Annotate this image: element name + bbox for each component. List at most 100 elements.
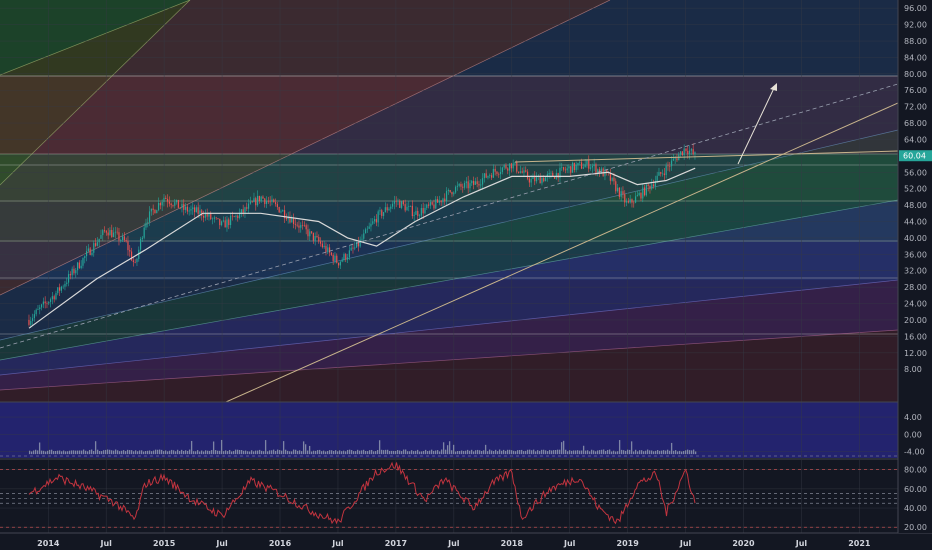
macd-bar [516,450,519,455]
candle-body [586,160,588,165]
price-panel[interactable] [0,0,898,458]
macd-bar [378,440,381,455]
candle-body [625,201,628,203]
candle-body [516,162,518,172]
candle-body [82,258,84,266]
candle-body [370,223,372,227]
candle-body [539,176,541,184]
macd-bar [274,450,277,455]
macd-bar [566,451,569,455]
candle-body [345,254,347,260]
macd-bar [140,450,143,455]
axis-tick-label: 96.00 [904,4,927,13]
macd-bar [476,449,479,455]
candle-body [363,233,365,239]
candle-body [35,309,37,315]
macd-bar [528,449,531,455]
macd-bar [688,450,691,455]
time-axis[interactable]: 2014 Jul 2015 Jul 2016 Jul 2017 Jul 2018 Jul 2019 J… [37,539,871,548]
candle-body [580,162,583,169]
macd-bar [372,451,375,455]
macd-bar [380,449,383,455]
candle-body [438,200,440,203]
macd-bar [544,450,547,455]
macd-bar [426,451,429,455]
macd-bar [94,441,97,455]
stock-chart[interactable]: 96.00 92.00 88.00 84.00 80.00 76.00 72.00 68.00… [0,0,932,550]
macd-bar [578,450,581,455]
time-tick-label: Jul [447,539,460,548]
candle-body [75,270,77,274]
candle-body [235,215,237,217]
candle-body [525,170,527,172]
candle-body [330,252,332,255]
candle-body [588,160,590,169]
candle-body [442,198,444,203]
macd-bar [294,449,297,455]
axis-tick-label: 76.00 [904,86,927,95]
rsi-panel[interactable] [0,460,898,533]
axis-tick-label: 60.00 [904,485,927,494]
macd-bar [658,450,661,455]
candle-body [39,307,41,309]
candle-body [526,171,529,179]
candle-body [197,207,199,214]
candle-body [213,217,215,219]
macd-bar [434,450,437,455]
candle-body [339,261,341,266]
candle-body [154,209,156,214]
candle-body [224,220,226,228]
macd-panel[interactable] [0,402,898,458]
macd-bar [610,451,613,455]
macd-bar [554,450,557,455]
candle-body [658,172,660,176]
candle-body [109,229,111,236]
candle-body [573,162,575,170]
candle-body [440,200,442,203]
candle-body [469,183,471,189]
candle-body [393,201,395,204]
macd-bar [446,445,449,455]
candle-body [663,173,665,175]
macd-bar [116,450,119,455]
candle-body [174,202,176,206]
macd-bar [88,449,91,455]
macd-bar [36,450,39,455]
macd-bar [546,451,549,455]
candle-body [350,247,352,251]
candle-body [379,210,381,212]
macd-bar [314,450,317,455]
time-tick-label: 2016 [269,539,292,548]
candle-body [472,180,475,185]
macd-bar [340,451,343,455]
candle-body [206,213,208,217]
macd-bar [358,450,361,455]
macd-bar [90,449,93,455]
macd-bar [208,450,211,455]
macd-bar [606,449,609,455]
macd-bar [336,451,339,455]
macd-bar [374,451,377,455]
candle-body [156,210,158,214]
candle-body [489,175,491,177]
macd-bar [460,450,463,455]
macd-bar [620,449,623,455]
price-axis[interactable]: 96.00 92.00 88.00 84.00 80.00 76.00 72.00 68.00… [897,0,932,533]
macd-bar [176,449,179,455]
candle-body [67,274,70,283]
macd-bar [350,450,353,455]
candle-body [638,193,640,196]
macd-bar [262,451,265,455]
macd-bar [394,450,397,455]
macd-bar [106,449,109,455]
macd-bar [676,451,679,455]
candle-body [627,201,629,203]
macd-bar [464,450,467,455]
candle-body [49,299,52,302]
macd-bar [438,451,441,455]
macd-bar [604,451,607,455]
macd-bar [508,449,511,455]
candle-body [323,245,325,248]
candle-body [670,160,673,167]
candle-body [100,235,102,239]
